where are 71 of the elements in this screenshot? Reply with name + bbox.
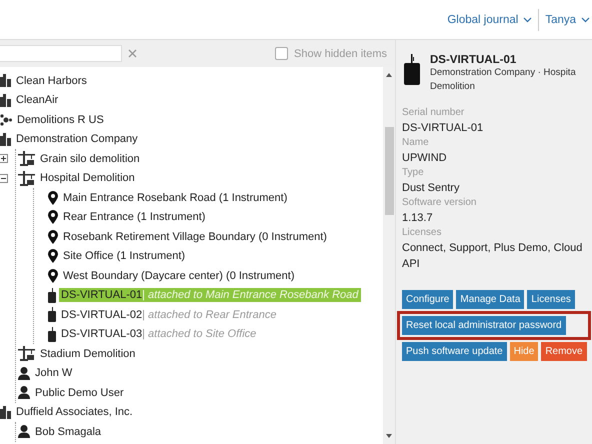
collapse-toggle[interactable]: [0, 174, 8, 183]
device-icon: [404, 54, 420, 85]
map-pin-icon: [48, 268, 58, 283]
field-label: Serial number: [402, 106, 466, 120]
building-icon: [0, 94, 11, 107]
device-icon: [48, 326, 56, 342]
crane-icon: [18, 151, 35, 166]
action-button[interactable]: Configure: [402, 290, 454, 309]
building-icon: [0, 74, 11, 88]
tree-item[interactable]: Clean Harbors: [14, 74, 90, 88]
tree-item[interactable]: Rosebank Retirement Village Boundary (0 Instrument): [61, 230, 330, 244]
action-button[interactable]: Licenses: [527, 290, 575, 309]
map-pin-icon: [48, 230, 58, 244]
field-value: 1.13.7: [402, 211, 434, 226]
field-label: Name: [402, 136, 430, 150]
scrollbar[interactable]: [383, 67, 395, 444]
tree-item[interactable]: Demolitions R US: [15, 112, 107, 127]
user-icon: [18, 366, 30, 380]
device-icon: [48, 307, 56, 322]
crane-icon: [18, 170, 35, 186]
device-subtitle: Demonstration Company · Hospita Demolition: [430, 66, 576, 94]
tree-item[interactable]: DS-VIRTUAL-02| attached to Rear Entrance: [59, 308, 280, 322]
chevron-down-icon: [581, 16, 590, 22]
expand-toggle[interactable]: [0, 154, 8, 164]
building-icon: [0, 406, 11, 419]
tree-item[interactable]: DS-VIRTUAL-03| attached to Site Office: [59, 327, 260, 342]
field-label: Licenses: [402, 226, 442, 240]
map-pin-icon: [48, 210, 58, 224]
field-label: Software version: [402, 196, 478, 210]
scroll-up-icon[interactable]: [386, 73, 392, 77]
scroll-down-icon[interactable]: [386, 434, 392, 438]
checkbox[interactable]: [275, 47, 288, 60]
action-button[interactable]: Remove: [541, 342, 587, 361]
map-pin-icon: [48, 190, 58, 205]
field-value: Connect, Support, Plus Demo, Cloud API: [402, 241, 584, 272]
tree-item[interactable]: DS-VIRTUAL-01| attached to Main Entrance Rosebank Road: [59, 288, 362, 302]
action-button[interactable]: Manage Data: [456, 290, 524, 309]
tree-item[interactable]: Rear Entrance (1 Instrument): [61, 210, 208, 224]
search-field[interactable]: [0, 45, 122, 62]
tree-item[interactable]: Hospital Demolition: [38, 171, 138, 186]
action-button[interactable]: Push software update: [402, 342, 507, 361]
tree-item[interactable]: Grain silo demolition: [38, 152, 143, 166]
tree-item[interactable]: Public Demo User: [33, 386, 127, 400]
network-icon: [0, 114, 12, 126]
building-icon: [0, 132, 11, 146]
device-icon: [48, 288, 56, 303]
tree-item[interactable]: Bob Smagala: [33, 424, 104, 439]
tree-item[interactable]: Duffield Associates, Inc.: [14, 405, 136, 420]
user-icon: [18, 425, 30, 438]
tree-item[interactable]: Demonstration Company: [14, 132, 141, 146]
tree-item[interactable]: Site Office (1 Instrument): [61, 249, 188, 264]
field-value: UPWIND: [402, 151, 448, 166]
user-icon: [18, 386, 30, 400]
device-title: DS-VIRTUAL-01: [430, 54, 518, 66]
checkbox-label: Show hidden items: [294, 48, 387, 60]
action-button[interactable]: Reset local administrator password: [402, 316, 566, 335]
map-pin-icon: [48, 249, 58, 264]
dropdown-menu[interactable]: Tanya: [545, 12, 590, 28]
field-value: Dust Sentry: [402, 181, 460, 196]
clear-icon[interactable]: [128, 49, 137, 58]
crane-icon: [18, 346, 35, 362]
tree-item[interactable]: Main Entrance Rosebank Road (1 Instrument): [61, 190, 290, 205]
chevron-down-icon: [523, 16, 532, 22]
tree-item[interactable]: Stadium Demolition: [38, 346, 138, 361]
field-label: Type: [402, 166, 425, 180]
scrollbar-thumb[interactable]: [384, 127, 394, 215]
tree-item[interactable]: West Boundary (Daycare center) (0 Instrument): [61, 268, 298, 283]
tree-item[interactable]: John W: [33, 366, 76, 380]
dropdown-menu[interactable]: Global journal: [447, 12, 532, 28]
field-value: DS-VIRTUAL-01: [402, 121, 484, 136]
tree-item[interactable]: CleanAir: [14, 93, 62, 108]
